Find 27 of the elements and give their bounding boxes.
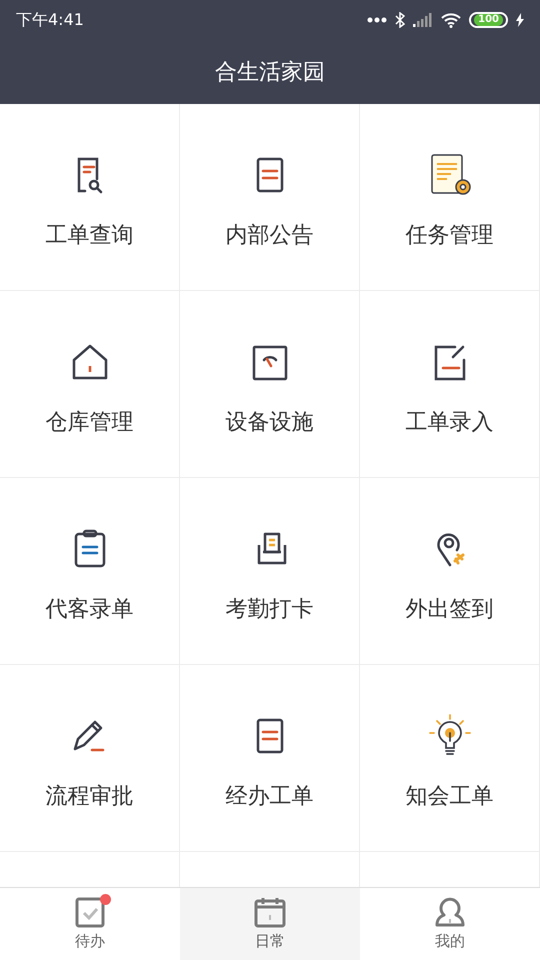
menu-tile[interactable]: 设备设施 [180,291,360,478]
tab-label: 日常 [255,930,285,952]
tab-label: 待办 [75,930,105,952]
tab-label: 我的 [435,930,465,952]
menu-tile[interactable]: 内部公告 [180,104,360,291]
menu-tile[interactable]: 外出签到 [360,478,540,665]
wifi-icon [441,12,462,28]
charging-icon [516,13,524,27]
menu-tile[interactable]: 经办工单 [180,665,360,852]
more-dots-icon [367,17,388,23]
person-icon [435,896,465,928]
signal-icon [413,13,434,27]
battery-indicator: 100 [469,12,508,28]
calendar-icon [254,896,286,928]
menu-tile[interactable]: 流程审批 [0,665,180,852]
menu-tile[interactable]: 考勤打卡 [180,478,360,665]
menu-tile[interactable]: 工单录入 [360,291,540,478]
status-time: 下午4:41 [16,9,84,31]
menu-tile[interactable]: 代客录单 [0,478,180,665]
bluetooth-icon [395,12,406,28]
checkbox-icon [75,896,105,928]
menu-tile[interactable]: 仓库管理 [0,291,180,478]
menu-tile[interactable]: 工单查询 [0,104,180,291]
tab-bar-item[interactable]: 日常 [180,888,360,960]
menu-tile[interactable]: 知会工单 [360,665,540,852]
menu-tile[interactable]: 任务管理 [360,104,540,291]
header-title: 合生活家园 [215,58,325,86]
